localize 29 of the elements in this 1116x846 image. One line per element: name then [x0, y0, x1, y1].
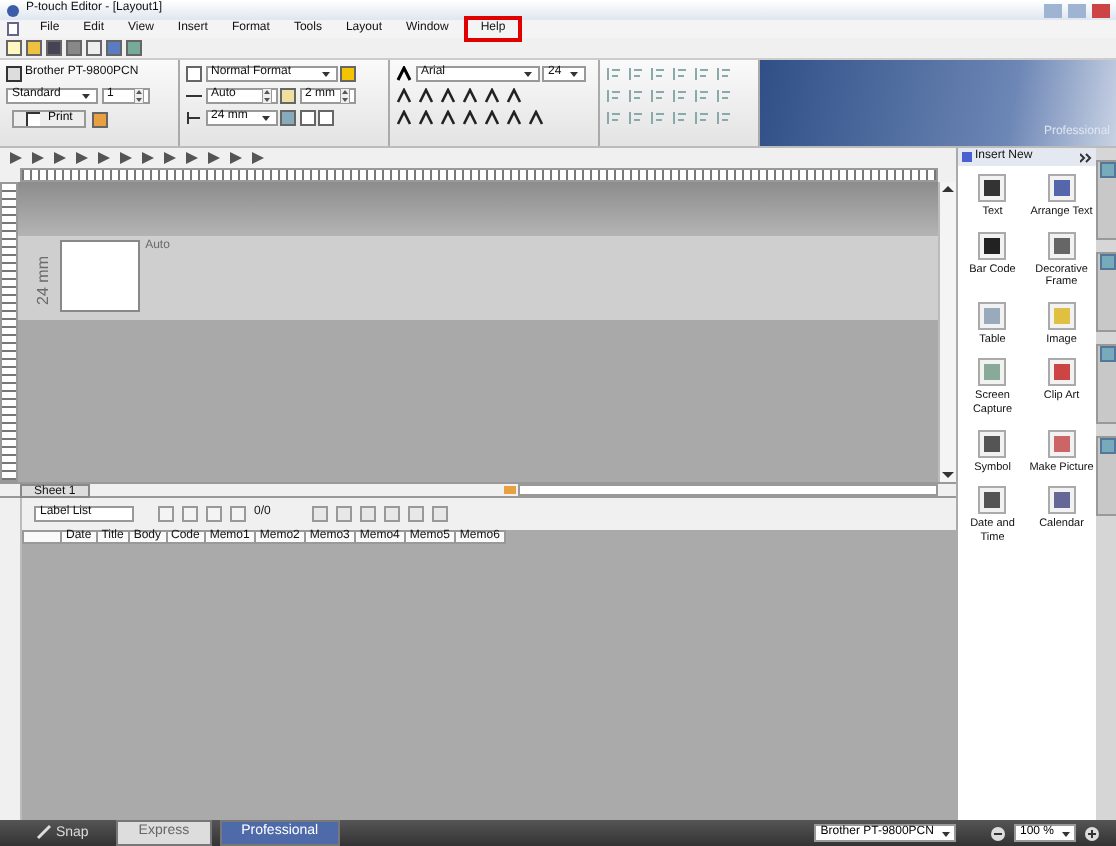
vertical-scrollbar[interactable] — [938, 182, 956, 482]
dropdown-arrow-icon[interactable] — [521, 68, 533, 80]
spinner-arrows-icon[interactable] — [339, 88, 349, 104]
side-tab[interactable] — [1096, 252, 1116, 332]
dropdown-arrow-icon[interactable] — [259, 112, 271, 124]
tab-icon — [1099, 162, 1115, 178]
side-tab[interactable] — [1096, 436, 1116, 516]
dropdown-arrow-icon[interactable] — [568, 68, 580, 80]
spinner-arrows-icon[interactable] — [133, 88, 143, 104]
dropdown-arrow-icon[interactable] — [319, 68, 331, 80]
app-logo-icon — [6, 3, 20, 17]
horizontal-scrollbar[interactable] — [518, 484, 938, 496]
close-button[interactable] — [1092, 3, 1110, 17]
tab-icon — [1099, 438, 1115, 454]
zoom-in-icon[interactable] — [1084, 825, 1100, 841]
spinner-arrows-icon[interactable] — [261, 88, 271, 104]
tab-icon — [1099, 346, 1115, 362]
scroll-up-icon[interactable] — [940, 182, 956, 198]
zoom-out-icon[interactable] — [989, 825, 1006, 841]
dropdown-arrow-icon[interactable] — [80, 90, 92, 102]
expand-icon[interactable] — [1080, 151, 1092, 163]
dropdown-arrow-icon[interactable] — [939, 827, 952, 839]
tape-width-label: 24 mm — [34, 255, 54, 305]
dropdown-arrow-icon[interactable] — [1060, 827, 1072, 839]
label-object[interactable] — [59, 240, 140, 312]
panel-icon — [962, 152, 972, 162]
tab-icon — [1099, 254, 1115, 270]
snap-icon — [36, 823, 52, 840]
side-tab[interactable] — [1096, 344, 1116, 424]
